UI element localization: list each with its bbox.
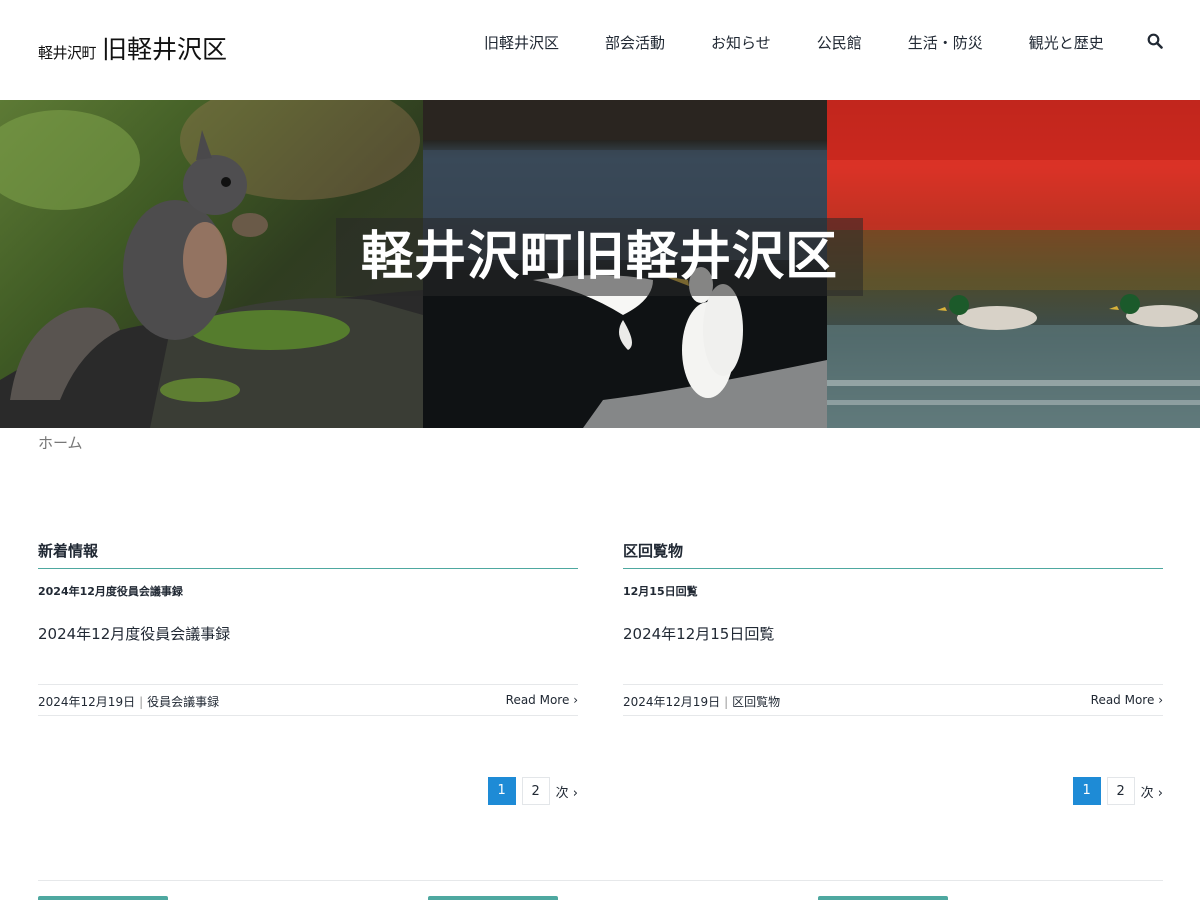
next-section-tab	[818, 896, 948, 900]
news-pagination: 1 2 次 ›	[482, 777, 578, 805]
news-read-more-link[interactable]: Read More ›	[506, 693, 578, 707]
next-page-button[interactable]: 次 ›	[556, 782, 578, 801]
nav-item-district[interactable]: 旧軽井沢区	[484, 32, 559, 53]
site-logo[interactable]: 軽井沢町 旧軽井沢区	[38, 30, 227, 66]
read-more-label: Read More	[505, 693, 570, 707]
meta-separator: |	[139, 695, 144, 709]
news-post-meta: 2024年12月19日 | 役員会議事録 Read More ›	[38, 684, 578, 716]
footer-divider	[38, 880, 1163, 881]
nav-item-community-hall[interactable]: 公民館	[817, 32, 862, 53]
circular-post-date: 2024年12月19日	[623, 695, 721, 709]
news-post-date: 2024年12月19日	[38, 695, 136, 709]
page-1-button[interactable]: 1	[1072, 777, 1101, 805]
circular-section-title: 区回覧物	[623, 542, 684, 560]
main-nav: 旧軽井沢区 部会活動 お知らせ 公民館 生活・防災 観光と歴史	[484, 32, 1150, 53]
meta-separator: |	[724, 695, 729, 709]
chevron-right-icon: ›	[1157, 785, 1163, 801]
circular-pagination: 1 2 次 ›	[1067, 777, 1163, 805]
breadcrumb-home[interactable]: ホーム	[38, 432, 83, 453]
news-post-heading[interactable]: 2024年12月度役員会議事録	[38, 583, 578, 599]
hero-title: 軽井沢町旧軽井沢区	[360, 227, 838, 287]
circular-read-more-link[interactable]: Read More ›	[1091, 693, 1163, 707]
nav-item-life-disaster[interactable]: 生活・防災	[908, 32, 983, 53]
search-icon[interactable]	[1147, 33, 1163, 49]
section-divider	[623, 568, 1163, 569]
news-section: 新着情報 2024年12月度役員会議事録 2024年12月度役員会議事録 202…	[38, 540, 578, 805]
news-section-title: 新着情報	[38, 542, 99, 560]
logo-district-name: 旧軽井沢区	[102, 35, 228, 64]
chevron-right-icon: ›	[1158, 693, 1163, 707]
circular-post-category[interactable]: 区回覧物	[732, 695, 780, 709]
read-more-label: Read More	[1090, 693, 1155, 707]
chevron-right-icon: ›	[572, 785, 578, 801]
page-2-button[interactable]: 2	[1106, 777, 1135, 805]
hero-photo-ducks	[827, 100, 1200, 428]
news-post-category[interactable]: 役員会議事録	[147, 695, 219, 709]
nav-item-news[interactable]: お知らせ	[711, 32, 771, 53]
next-section-tab	[428, 896, 558, 900]
nav-item-tourism-history[interactable]: 観光と歴史	[1029, 32, 1104, 53]
news-post-title[interactable]: 2024年12月度役員会議事録	[38, 623, 578, 644]
site-header: 軽井沢町 旧軽井沢区 旧軽井沢区 部会活動 お知らせ 公民館 生活・防災 観光と…	[0, 0, 1200, 100]
next-label: 次	[1140, 785, 1154, 801]
hero-banner: 軽井沢町旧軽井沢区	[0, 100, 1200, 428]
circular-post-heading[interactable]: 12月15日回覧	[623, 583, 1163, 599]
page-2-button[interactable]: 2	[521, 777, 550, 805]
logo-town-name: 軽井沢町	[38, 44, 97, 62]
section-divider	[38, 568, 578, 569]
next-label: 次	[555, 785, 569, 801]
chevron-right-icon: ›	[573, 693, 578, 707]
circular-section: 区回覧物 12月15日回覧 2024年12月15日回覧 2024年12月19日 |…	[623, 540, 1163, 805]
circular-post-meta: 2024年12月19日 | 区回覧物 Read More ›	[623, 684, 1163, 716]
next-section-tab	[38, 896, 168, 900]
nav-item-activities[interactable]: 部会活動	[605, 32, 665, 53]
page-1-button[interactable]: 1	[487, 777, 516, 805]
circular-post-title[interactable]: 2024年12月15日回覧	[623, 623, 1163, 644]
next-page-button[interactable]: 次 ›	[1141, 782, 1163, 801]
